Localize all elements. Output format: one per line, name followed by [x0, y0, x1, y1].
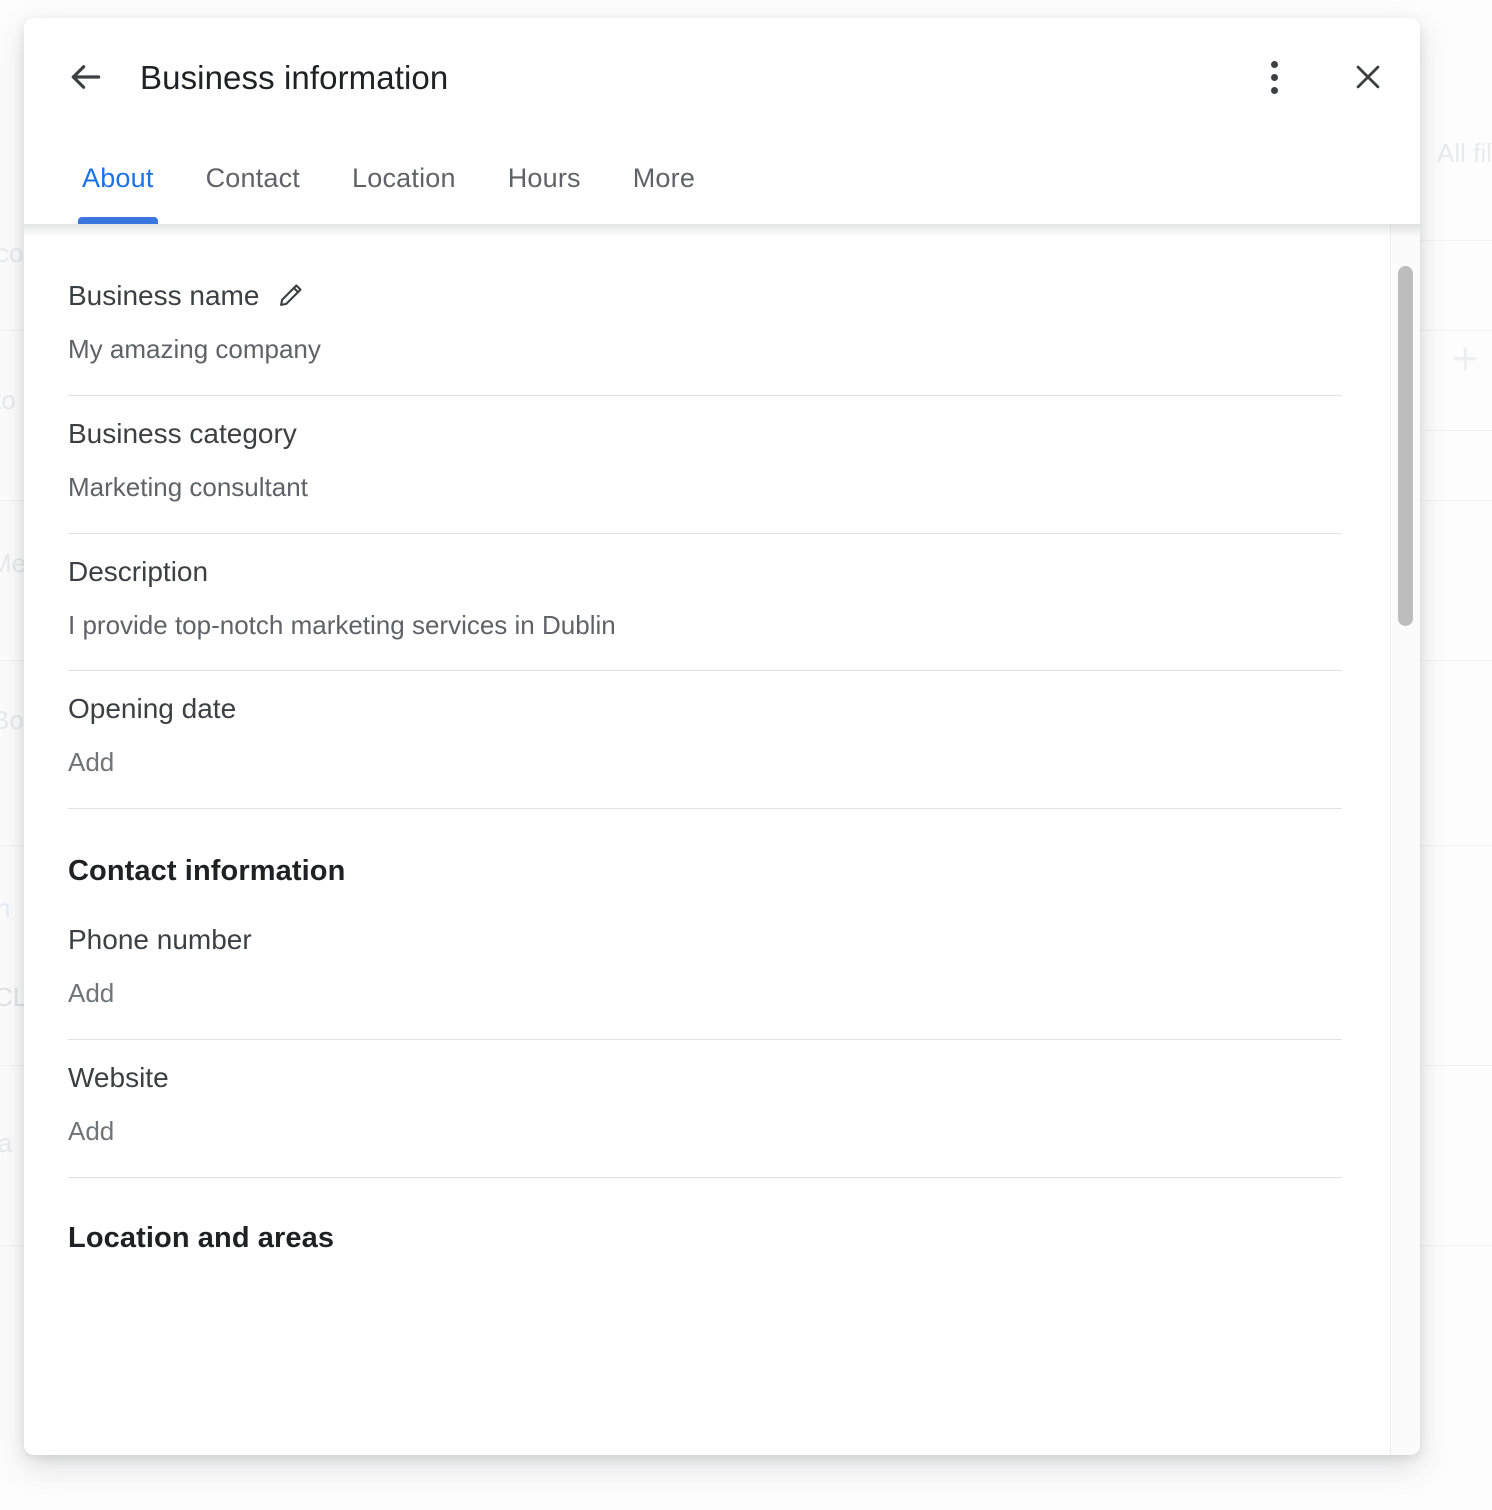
back-arrow-icon[interactable]	[56, 47, 116, 107]
field-phone-number[interactable]: Phone number Add	[68, 902, 1342, 1040]
business-category-label: Business category	[68, 416, 297, 451]
business-information-dialog: Business information About Contact Locat…	[24, 18, 1420, 1455]
tab-hours[interactable]: Hours	[482, 163, 607, 224]
field-opening-date[interactable]: Opening date Add	[68, 671, 1342, 809]
more-vert-glyph	[1271, 61, 1278, 94]
description-value: I provide top-notch marketing services i…	[68, 609, 1342, 643]
more-vert-icon[interactable]	[1244, 47, 1304, 107]
background-text: la	[0, 1128, 12, 1159]
background-text: n	[0, 893, 10, 924]
tab-more[interactable]: More	[607, 163, 721, 224]
dialog-body: Business name My amazing company	[24, 224, 1420, 1455]
page-title: Business information	[140, 61, 448, 94]
background-text: to	[0, 385, 16, 416]
background-text: Me	[0, 548, 26, 579]
scrollbar-track[interactable]	[1390, 224, 1420, 1455]
description-label: Description	[68, 554, 208, 589]
background-text: Bo	[0, 705, 24, 736]
field-description[interactable]: Description I provide top-notch marketin…	[68, 534, 1342, 672]
tab-about[interactable]: About	[56, 163, 180, 224]
field-label: Phone number	[68, 922, 1342, 957]
about-scroll-area: Business name My amazing company	[24, 224, 1390, 1455]
background-divider	[1420, 430, 1492, 431]
background-text: All fil	[1437, 138, 1492, 169]
field-label: Business name	[68, 278, 1342, 313]
pencil-edit-icon[interactable]	[275, 281, 305, 311]
tab-contact[interactable]: Contact	[180, 163, 326, 224]
field-label: Opening date	[68, 691, 1342, 726]
opening-date-value[interactable]: Add	[68, 746, 1342, 780]
close-icon[interactable]	[1338, 47, 1398, 107]
field-business-category[interactable]: Business category Marketing consultant	[68, 396, 1342, 534]
field-business-name[interactable]: Business name My amazing company	[68, 258, 1342, 396]
dialog-titlebar: Business information	[24, 18, 1420, 136]
field-label: Description	[68, 554, 1342, 589]
scrollbar-thumb[interactable]	[1398, 266, 1413, 626]
business-name-value: My amazing company	[68, 333, 1342, 367]
phone-number-value[interactable]: Add	[68, 977, 1342, 1011]
phone-number-label: Phone number	[68, 922, 252, 957]
dialog-header: Business information About Contact Locat…	[24, 18, 1420, 224]
business-name-label: Business name	[68, 278, 259, 313]
business-category-value: Marketing consultant	[68, 471, 1342, 505]
tab-bar: About Contact Location Hours More	[24, 136, 1420, 224]
field-label: Business category	[68, 416, 1342, 451]
background-text: co	[0, 238, 23, 269]
website-label: Website	[68, 1060, 169, 1095]
tab-location[interactable]: Location	[326, 163, 482, 224]
section-title-contact-information: Contact information	[68, 809, 1342, 902]
opening-date-label: Opening date	[68, 691, 236, 726]
background-divider	[1420, 240, 1492, 241]
field-label: Website	[68, 1060, 1342, 1095]
about-sections: Business name My amazing company	[24, 224, 1390, 1255]
website-value[interactable]: Add	[68, 1115, 1342, 1149]
plus-icon: +	[1452, 335, 1479, 381]
field-website[interactable]: Website Add	[68, 1040, 1342, 1178]
section-title-location-and-areas: Location and areas	[68, 1178, 1342, 1255]
